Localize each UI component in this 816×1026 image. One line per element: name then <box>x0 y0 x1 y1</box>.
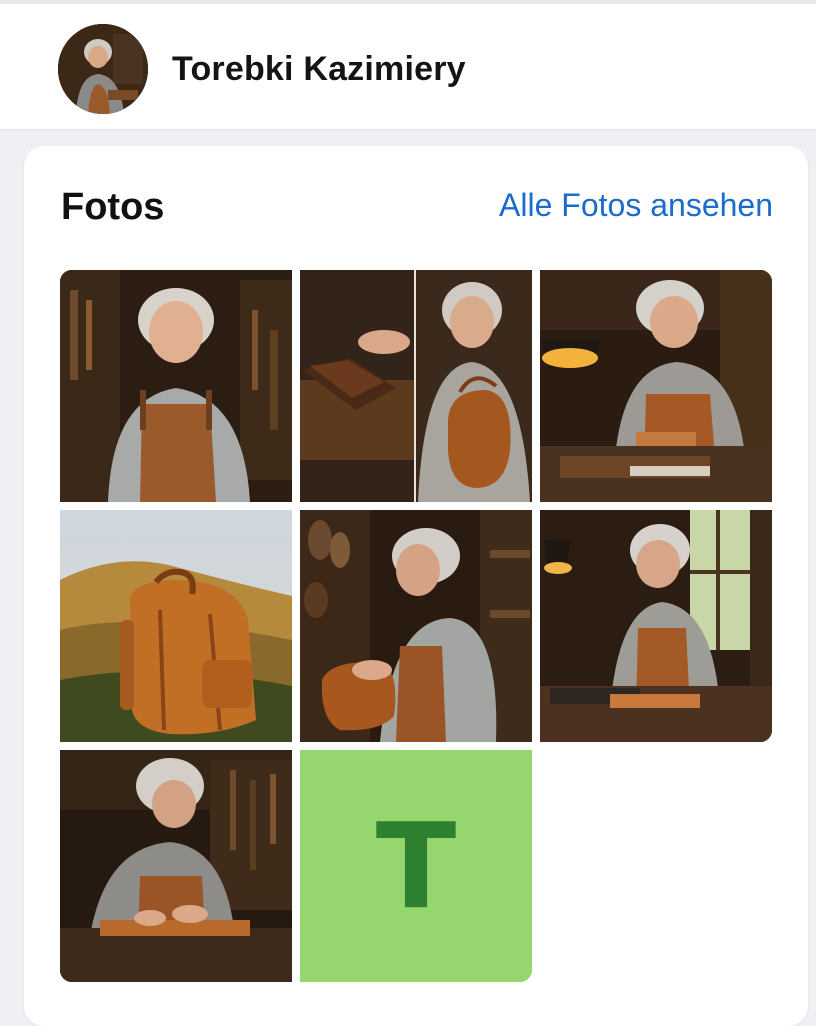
photo-thumbnail[interactable] <box>540 270 772 502</box>
page-header: Torebki Kazimiery <box>0 0 816 130</box>
page-name[interactable]: Torebki Kazimiery <box>172 50 466 89</box>
photos-card: Fotos Alle Fotos ansehen T <box>24 146 808 1026</box>
avatar[interactable] <box>58 24 148 114</box>
see-all-photos-link[interactable]: Alle Fotos ansehen <box>499 187 773 224</box>
photo-thumbnail[interactable] <box>540 510 772 742</box>
photo-grid: T <box>60 270 772 982</box>
letter-thumbnail[interactable]: T <box>300 750 532 982</box>
photo-thumbnail[interactable] <box>300 270 532 502</box>
letter-t: T <box>375 797 457 935</box>
photo-thumbnail[interactable] <box>60 270 292 502</box>
photo-thumbnail[interactable] <box>300 510 532 742</box>
photos-title: Fotos <box>61 186 165 228</box>
photo-thumbnail[interactable] <box>60 750 292 982</box>
photo-thumbnail[interactable] <box>60 510 292 742</box>
